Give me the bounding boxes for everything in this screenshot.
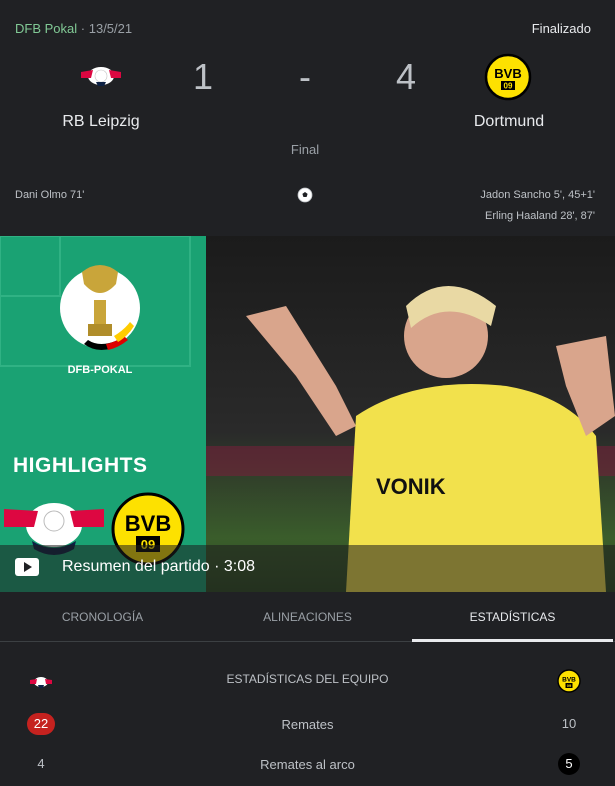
away-scorer: Erling Haaland 28', 87' xyxy=(485,210,595,222)
tab-estadisticas[interactable]: ESTADÍSTICAS xyxy=(410,592,615,642)
bvb-logo: BVB 09 xyxy=(557,669,581,693)
match-header: DFB Pokal · 13/5/21 Finalizado BVB 09 RB… xyxy=(0,0,615,236)
video-title[interactable]: Resumen del partido · 3:08 xyxy=(62,558,255,576)
league-separator: · xyxy=(80,21,86,36)
stat-row-remates: 22 Remates 10 xyxy=(0,713,615,737)
away-stat-value: 5 xyxy=(558,753,580,775)
away-score: 4 xyxy=(395,56,417,97)
rb-leipzig-logo[interactable] xyxy=(77,52,125,100)
period-label: Final xyxy=(290,142,320,157)
league-date: DFB Pokal · 13/5/21 xyxy=(15,21,132,36)
tab-cronologia[interactable]: CRONOLOGÍA xyxy=(0,592,205,641)
svg-text:VONIK: VONIK xyxy=(376,474,446,499)
score-dash: - xyxy=(299,56,311,97)
svg-text:BVB: BVB xyxy=(125,511,171,536)
away-scorer: Jadon Sancho 5', 45+1' xyxy=(480,189,595,201)
soccer-ball-icon xyxy=(297,187,313,203)
away-team-name[interactable]: Dortmund xyxy=(429,113,589,131)
match-date: 13/5/21 xyxy=(88,21,133,36)
svg-text:BVB: BVB xyxy=(494,66,521,81)
player-celebration-image: VONIK xyxy=(206,236,615,592)
team-stats-title: ESTADÍSTICAS DEL EQUIPO xyxy=(226,672,389,686)
highlights-label: HIGHLIGHTS xyxy=(13,454,148,477)
league-name[interactable]: DFB Pokal xyxy=(15,21,77,36)
stat-label: Remates al arco xyxy=(260,757,355,772)
away-stat-value: 10 xyxy=(561,716,577,731)
highlights-thumbnail-panel: DFB-POKAL HIGHLIGHTS BVB 09 xyxy=(0,236,206,592)
bvb-logo[interactable]: BVB 09 xyxy=(484,53,532,101)
home-scorer: Dani Olmo 71' xyxy=(15,189,85,201)
tab-alineaciones[interactable]: ALINEACIONES xyxy=(205,592,410,641)
team-stats-panel: ESTADÍSTICAS DEL EQUIPO BVB 09 22 Remate… xyxy=(0,642,615,786)
match-status: Finalizado xyxy=(531,21,591,36)
home-score: 1 xyxy=(192,56,214,97)
dfb-pokal-label: DFB-POKAL xyxy=(67,364,133,376)
play-video-icon[interactable] xyxy=(15,558,39,576)
svg-text:09: 09 xyxy=(504,82,513,91)
highlights-video[interactable]: DFB-POKAL HIGHLIGHTS BVB 09 VONIK xyxy=(0,236,615,592)
svg-text:09: 09 xyxy=(567,683,572,688)
match-tabs: CRONOLOGÍA ALINEACIONES ESTADÍSTICAS xyxy=(0,592,615,642)
dfb-pokal-cup-icon xyxy=(60,265,140,350)
stat-label: Remates xyxy=(281,717,334,732)
stat-row-remates-al-arco: 4 Remates al arco 5 xyxy=(0,753,615,777)
home-team-name[interactable]: RB Leipzig xyxy=(21,113,181,131)
